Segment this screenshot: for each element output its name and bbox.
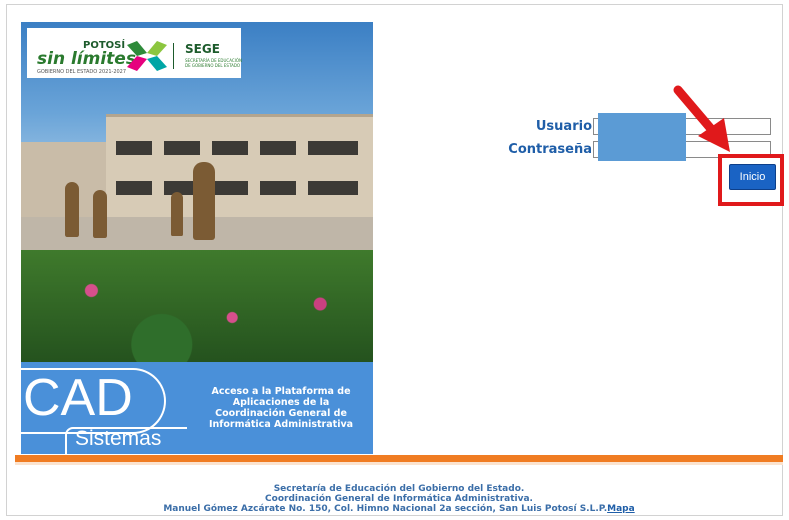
building-window — [116, 141, 152, 155]
building-window — [308, 141, 358, 155]
building-window — [212, 141, 248, 155]
logo-sege-text: SEGE — [185, 42, 220, 56]
statue — [93, 190, 107, 238]
footer-line-2: Coordinación General de Informática Admi… — [265, 494, 533, 504]
building-window — [260, 181, 296, 195]
red-arrow-icon — [673, 85, 730, 152]
footer-address: Manuel Gómez Azcárate No. 150, Col. Himn… — [163, 504, 608, 514]
footer-stripe — [15, 455, 783, 462]
sistemas-logo-text: Sistemas — [75, 427, 162, 450]
statue — [65, 182, 79, 237]
building-window — [116, 181, 152, 195]
inicio-button[interactable]: Inicio — [729, 164, 776, 190]
cad-logo-text: CAD — [23, 369, 133, 427]
building-window — [212, 181, 248, 195]
logo-sege-subtitle: SECRETARÍA DE EDUCACIÓN DE GOBIERNO DEL … — [185, 58, 242, 68]
building-window — [260, 141, 296, 155]
platform-description: Acceso a la Plataforma de Aplicaciones d… — [208, 386, 354, 430]
statue — [193, 162, 215, 240]
password-label: Contraseña — [508, 142, 592, 157]
potosi-star-logo-icon — [127, 41, 167, 71]
logo-divider — [173, 43, 174, 69]
footer-stripe-light — [15, 462, 783, 465]
footer-line-3: Manuel Gómez Azcárate No. 150, Col. Himn… — [15, 504, 783, 514]
logo-gobierno-text: GOBIERNO DEL ESTADO 2021-2027 — [37, 69, 127, 75]
statue — [171, 192, 183, 236]
logo-sin-limites-text: sin límites — [37, 49, 136, 69]
hero-panel: POTOSÍ sin límites GOBIERNO DEL ESTADO 2… — [21, 22, 373, 454]
logo-banner: POTOSÍ sin límites GOBIERNO DEL ESTADO 2… — [27, 28, 242, 78]
mapa-link[interactable]: Mapa — [607, 504, 635, 514]
footer: Secretaría de Educación del Gobierno del… — [15, 484, 783, 514]
building-window — [308, 181, 358, 195]
building-window — [164, 141, 200, 155]
usuario-label: Usuario — [535, 119, 592, 134]
footer-line-1: Secretaría de Educación del Gobierno del… — [273, 484, 525, 494]
